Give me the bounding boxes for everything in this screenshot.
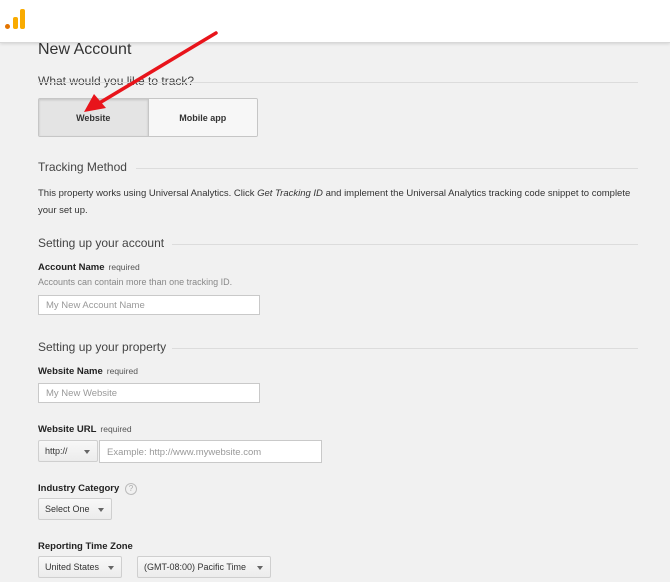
red-arrow-annotation (84, 31, 218, 112)
